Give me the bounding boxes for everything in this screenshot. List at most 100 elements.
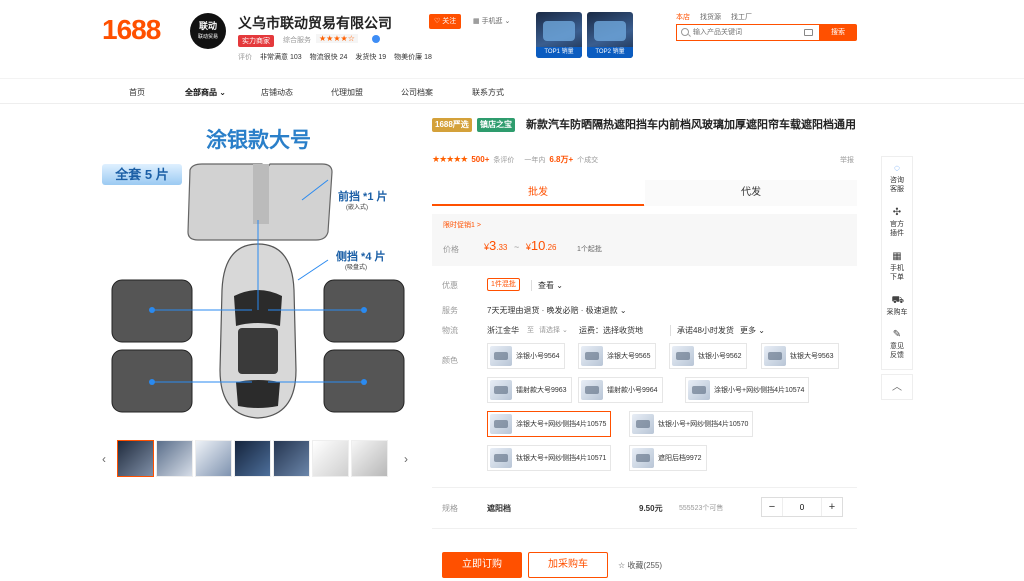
discount-view-link[interactable]: 查看 ⌄ xyxy=(531,280,563,291)
flash-sale-link[interactable]: 限时促销1 > xyxy=(443,220,481,230)
thumbnail-strip: ‹ › xyxy=(102,440,414,478)
promo-top1-banner[interactable]: TOP1 销量 xyxy=(536,12,582,58)
price-range: ¥3.33 ~ ¥10.26 xyxy=(484,238,557,253)
shop-avatar-subtext: 联动贸易 xyxy=(197,34,218,40)
quantity-minus-button[interactable]: − xyxy=(762,501,782,513)
site-logo[interactable]: 1688 xyxy=(102,14,161,46)
product-meta: ★★★★★ 500+ 条评价 一年内 6.8万+ 个成交 xyxy=(432,154,598,165)
shop-score-label: 综合服务 xyxy=(283,37,311,44)
product-main-image[interactable]: 涂银款大号 全套 5 片 前挡 *1 片 (嵌入式) 侧挡 *4 片 (吸盘式) xyxy=(102,120,414,432)
sales-count: 6.8万+ xyxy=(549,155,574,164)
promo-tag: TOP2 销量 xyxy=(587,47,633,58)
shop-score-stars: ★★★★☆ xyxy=(316,34,358,43)
color-option[interactable]: 钛银小号9562 xyxy=(669,343,747,369)
back-to-top-button[interactable]: ︿ xyxy=(881,374,913,400)
promo-product-image xyxy=(543,21,575,41)
thumbnail-7[interactable] xyxy=(351,440,388,477)
nav-contact[interactable]: 联系方式 xyxy=(472,87,504,98)
sidebar-item-feedback[interactable]: ✎ 意见 反馈 xyxy=(882,329,912,360)
promo-product-image xyxy=(594,21,626,41)
thumbnail-2[interactable] xyxy=(156,440,193,477)
sidebar-item-cart[interactable]: ⛟ 采购车 xyxy=(882,295,912,317)
camera-icon[interactable] xyxy=(804,29,813,36)
ship-more-link[interactable]: 更多 ⌄ xyxy=(740,325,765,336)
add-to-cart-button[interactable]: 加采购车 xyxy=(528,552,608,578)
ship-promise: 承诺48小时发货 xyxy=(670,325,734,336)
favorite-button[interactable]: ☆ 收藏(255) xyxy=(618,560,662,571)
spec-stock: 555523个可售 xyxy=(679,505,724,512)
rating-item: 非常满意 103 xyxy=(260,54,302,61)
report-link[interactable]: 举报 xyxy=(840,155,854,165)
search-tab-shop[interactable]: 本店 xyxy=(676,12,690,22)
edit-icon: ✎ xyxy=(892,329,902,340)
swatch-image xyxy=(490,414,512,434)
order-now-button[interactable]: 立即订购 xyxy=(442,552,522,578)
ship-origin: 浙江金华 xyxy=(487,326,519,335)
color-option[interactable]: 钛银大号9563 xyxy=(761,343,839,369)
follow-button[interactable]: ♡ 关注 xyxy=(429,14,462,29)
quantity-stepper: − + xyxy=(761,497,843,517)
nav-all-products[interactable]: 全部商品 ⌄ xyxy=(185,87,226,98)
spec-name: 遮阳档 xyxy=(487,504,511,513)
nav-home[interactable]: 首页 xyxy=(129,87,145,98)
color-option[interactable]: 涂银小号+网纱侧挡4片10574 xyxy=(685,377,810,403)
sidebar-item-mobile-order[interactable]: ▦ 手机 下单 xyxy=(882,251,912,282)
star-icon: ☆ xyxy=(618,561,626,570)
price-label: 价格 xyxy=(443,245,459,254)
price-panel: 限时促销1 > 价格 ¥3.33 ~ ¥10.26 1个起批 xyxy=(432,214,857,266)
color-label: 颜色 xyxy=(442,356,458,365)
thumbnail-4[interactable] xyxy=(234,440,271,477)
nav-company-profile[interactable]: 公司档案 xyxy=(401,87,433,98)
search-button[interactable]: 搜索 xyxy=(819,24,857,41)
thumbnail-6[interactable] xyxy=(312,440,349,477)
sales-prefix: 一年内 xyxy=(524,156,546,164)
review-count[interactable]: 500+ xyxy=(471,155,489,164)
quantity-plus-button[interactable]: + xyxy=(822,501,842,513)
color-option[interactable]: 遮阳后档9972 xyxy=(629,445,707,471)
chevron-right-icon[interactable]: › xyxy=(404,452,408,466)
search-tab-source[interactable]: 找货源 xyxy=(700,12,721,22)
thumbnail-3[interactable] xyxy=(195,440,232,477)
search-tab-factory[interactable]: 找工厂 xyxy=(731,12,752,22)
nav-agent[interactable]: 代理加盟 xyxy=(331,87,363,98)
rating-stars: ★★★★★ xyxy=(432,154,468,164)
chevron-down-icon[interactable]: ⌄ xyxy=(383,15,391,26)
tab-dropship[interactable]: 代发 xyxy=(645,180,857,206)
spec-price: 9.50元 xyxy=(639,504,663,513)
thumbnail-1[interactable] xyxy=(117,440,154,477)
chat-icon: ◌ xyxy=(894,163,900,174)
search-box xyxy=(676,24,819,41)
color-option[interactable]: 镭射款小号9964 xyxy=(578,377,663,403)
chevron-left-icon[interactable]: ‹ xyxy=(102,452,106,466)
color-option[interactable]: 钛银小号+网纱侧挡4片10570 xyxy=(629,411,754,437)
search-input[interactable] xyxy=(693,26,797,39)
promo-tag: TOP1 销量 xyxy=(536,47,582,58)
floating-sidebar: ◌ 咨询 客服 ✣ 官方 插件 ▦ 手机 下单 ⛟ 采购车 ✎ 意见 反馈 xyxy=(881,156,913,370)
swatch-image xyxy=(632,414,654,434)
search-icon xyxy=(681,28,689,36)
color-option[interactable]: 涂银小号9564 xyxy=(487,343,565,369)
swatch-image xyxy=(490,448,512,468)
cart-icon: ⛟ xyxy=(891,295,905,306)
color-option-selected[interactable]: 涂银大号+网纱侧挡4片10575 xyxy=(487,411,612,437)
color-option[interactable]: 涂银大号9565 xyxy=(578,343,656,369)
quantity-input[interactable] xyxy=(782,498,822,516)
thumbnail-5[interactable] xyxy=(273,440,310,477)
tab-wholesale[interactable]: 批发 xyxy=(432,180,644,206)
sidebar-item-service[interactable]: ◌ 咨询 客服 xyxy=(882,163,912,194)
freight-info[interactable]: 运费：选择收货地 xyxy=(579,325,643,336)
color-option[interactable]: 镭射款大号9963 xyxy=(487,377,572,403)
color-option[interactable]: 钛银大号+网纱侧挡4片10571 xyxy=(487,445,612,471)
shop-name[interactable]: 义乌市联动贸易有限公司 xyxy=(238,13,392,33)
destination-select[interactable]: 请选择 ⌄ xyxy=(539,325,568,335)
swatch-image xyxy=(490,380,512,400)
mobile-browse-button[interactable]: ▦ 手机逛 ⌄ xyxy=(473,14,510,29)
shop-avatar[interactable]: 联动 联动贸易 xyxy=(190,13,226,49)
image-side-sublabel: (吸盘式) xyxy=(345,265,367,271)
nav-shop-news[interactable]: 店铺动态 xyxy=(261,87,293,98)
promo-top2-banner[interactable]: TOP2 销量 xyxy=(587,12,633,58)
discount-badge: 1件混批 xyxy=(487,278,520,291)
service-guarantees[interactable]: 7天无理由退货 · 晚发必赔 · 极速退款 ⌄ xyxy=(487,305,627,316)
logistics-label: 物流 xyxy=(442,326,458,335)
sidebar-item-plugin[interactable]: ✣ 官方 插件 xyxy=(882,207,912,238)
